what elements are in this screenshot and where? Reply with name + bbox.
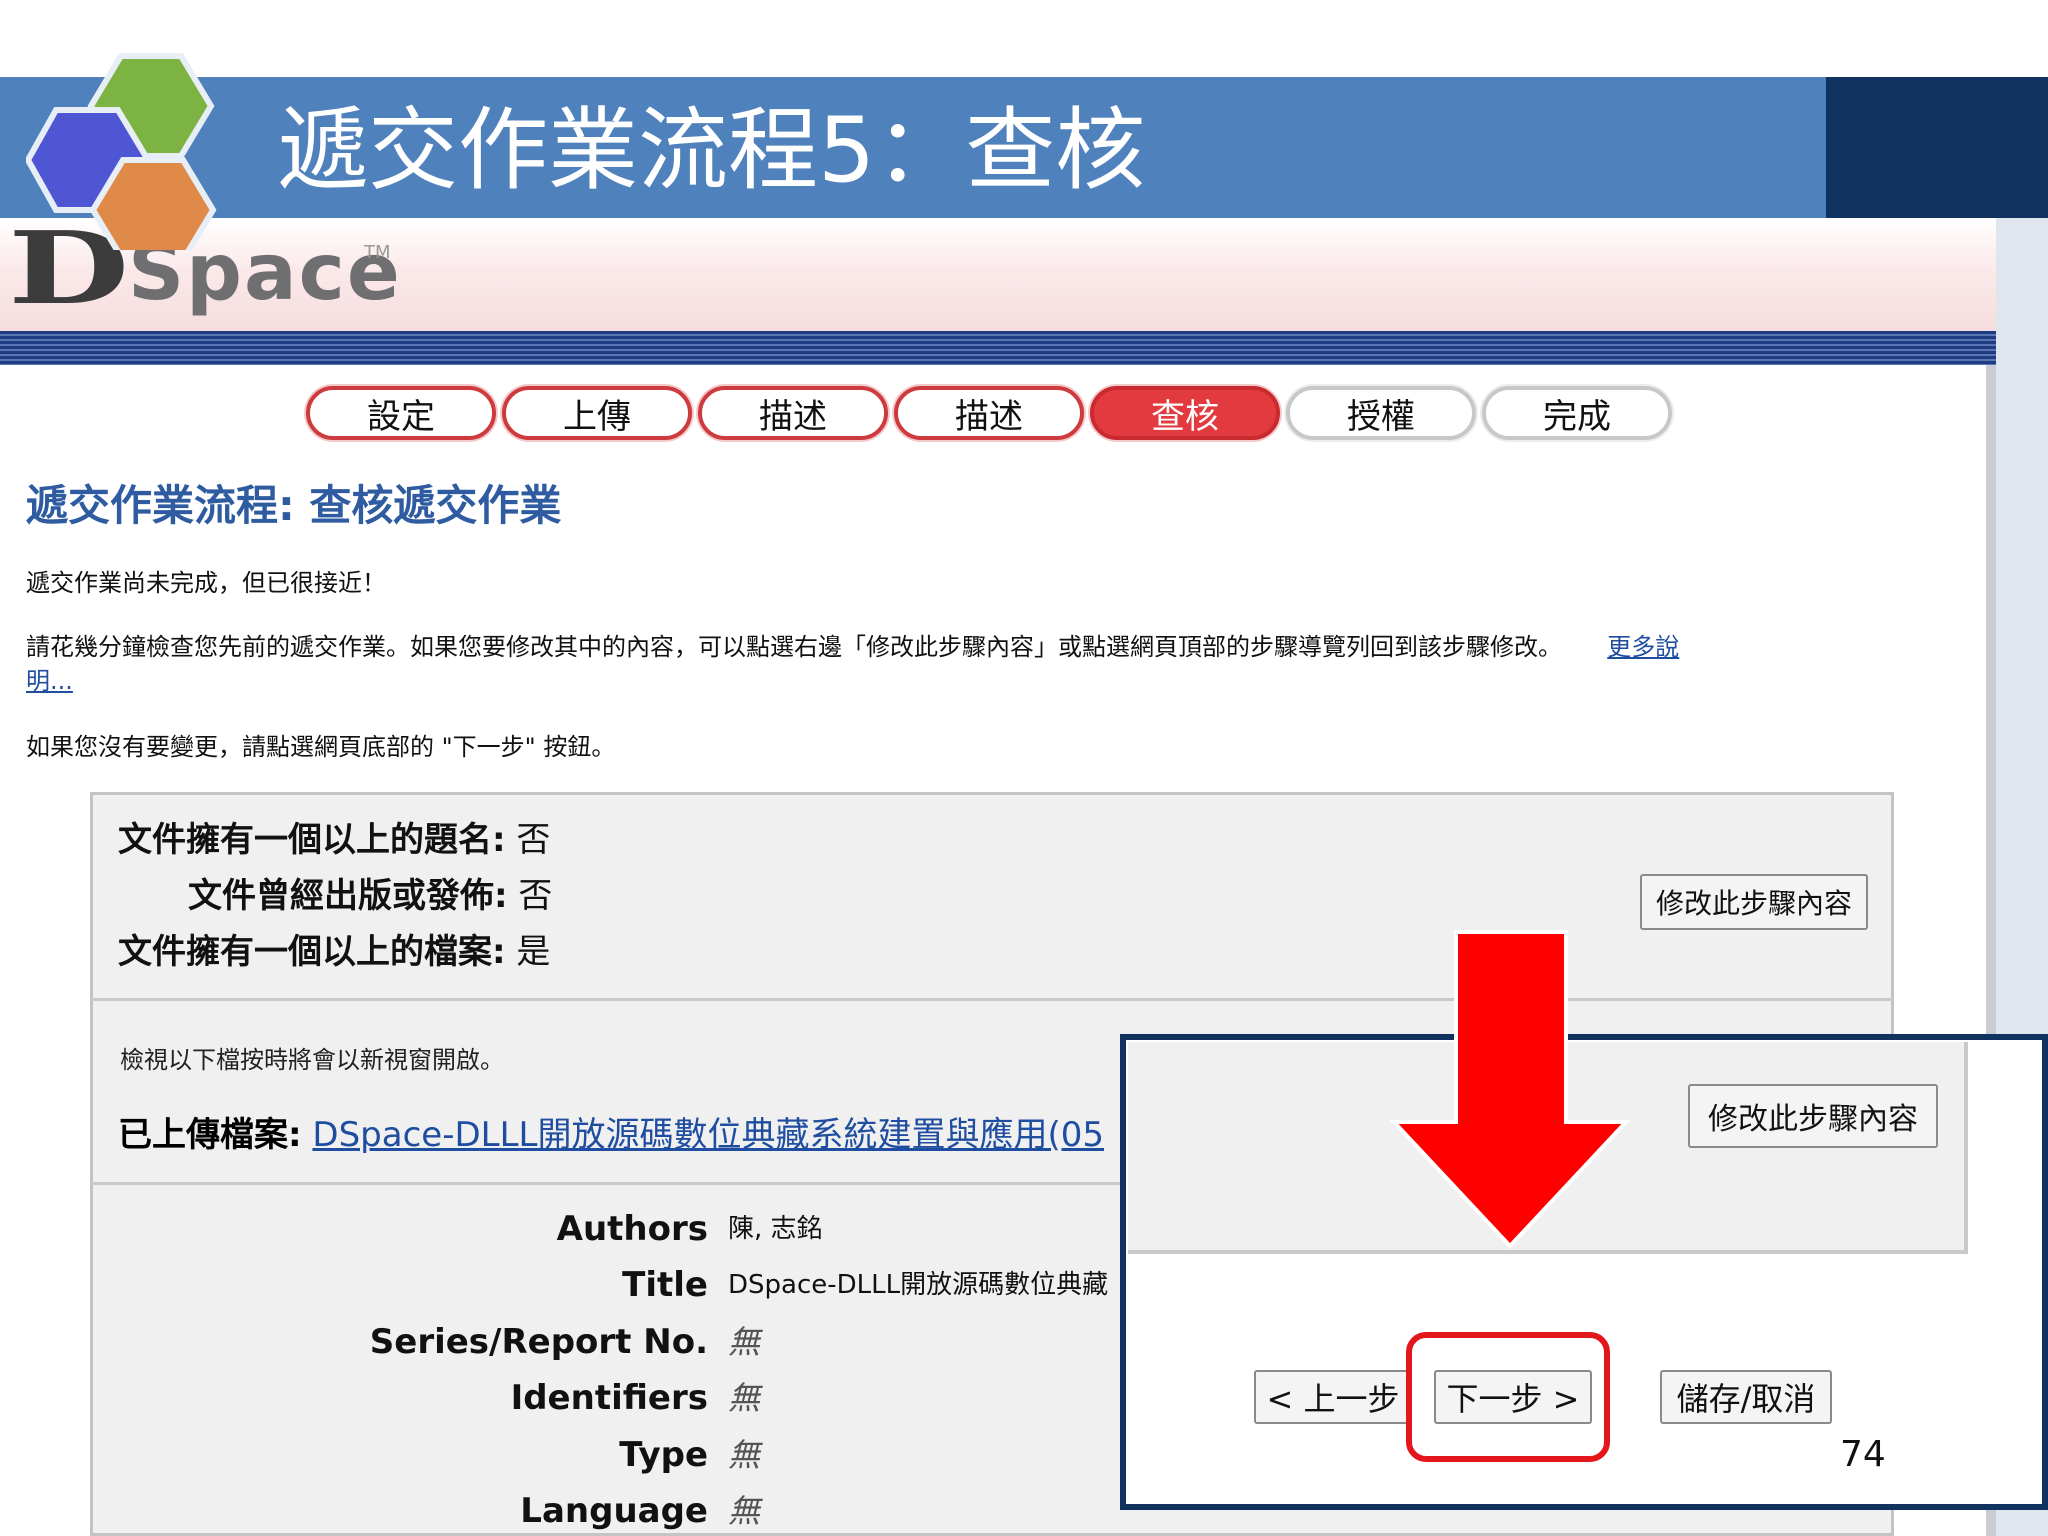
uploaded-file-row: 已上傳檔案: DSpace-DLLL開放源碼數位典藏系統建置與應用(05	[118, 1110, 1104, 1160]
edit-step-button-zoomed[interactable]: 修改此步驟內容	[1688, 1084, 1938, 1148]
question-published-before: 文件曾經出版或發佈: 否	[188, 871, 552, 921]
question-value: 否	[516, 820, 551, 860]
previous-button[interactable]: < 上一步	[1254, 1370, 1412, 1424]
question-value: 是	[516, 932, 551, 972]
step-verify[interactable]: 查核	[1090, 386, 1280, 440]
step-setup[interactable]: 設定	[306, 386, 496, 440]
metadata-label-authors: Authors	[556, 1209, 708, 1249]
question-multiple-titles: 文件擁有一個以上的題名: 否	[118, 815, 550, 865]
slide-title-banner-accent	[1826, 77, 2048, 218]
page-heading: 遞交作業流程: 查核遞交作業	[26, 481, 562, 530]
dspace-logo-tm: TM	[364, 242, 391, 263]
help-link-tail[interactable]: 明...	[26, 667, 73, 695]
metadata-label-language: Language	[520, 1491, 708, 1531]
step-license: 授權	[1286, 386, 1476, 440]
help-link-continued[interactable]: 明...	[26, 664, 73, 698]
metadata-value-type: 無	[728, 1436, 761, 1474]
question-multiple-files: 文件擁有一個以上的檔案: 是	[118, 927, 550, 977]
question-label: 文件曾經出版或發佈:	[188, 876, 508, 916]
edit-step-button[interactable]: 修改此步驟內容	[1640, 874, 1869, 930]
file-window-note: 檢視以下檔按時將會以新視窗開啟。	[120, 1046, 504, 1074]
save-cancel-button[interactable]: 儲存/取消	[1660, 1370, 1832, 1424]
metadata-value-title: DSpace-DLLL開放源碼數位典藏	[728, 1270, 1109, 1300]
metadata-label-type: Type	[619, 1435, 708, 1475]
down-arrow-icon	[1390, 930, 1630, 1249]
slide-title: 遞交作業流程5：查核	[278, 98, 1146, 203]
step-complete: 完成	[1482, 386, 1672, 440]
status-text: 遞交作業尚未完成，但已很接近！	[26, 569, 386, 597]
step-describe-1[interactable]: 描述	[698, 386, 888, 440]
next-button-highlight	[1406, 1332, 1610, 1462]
metadata-label-title: Title	[622, 1265, 708, 1305]
metadata-value-authors: 陳, 志銘	[728, 1214, 823, 1244]
metadata-value-series: 無	[728, 1323, 761, 1361]
step-upload[interactable]: 上傳	[502, 386, 692, 440]
metadata-value-identifiers: 無	[728, 1379, 761, 1417]
next-instructions-text: 如果您沒有要變更，請點選網頁底部的 "下一步" 按鈕。	[26, 733, 616, 761]
hexagon-logo-icon	[26, 53, 217, 250]
callout-panel-edge	[1964, 1042, 1968, 1252]
instructions-body: 請花幾分鐘檢查您先前的遞交作業。如果您要修改其中的內容，可以點選右邊「修改此步驟…	[26, 633, 1562, 661]
help-link[interactable]: 更多說	[1607, 633, 1679, 661]
callout-panel-edge	[1128, 1250, 1968, 1254]
metadata-value-language: 無	[728, 1492, 761, 1530]
step-describe-2[interactable]: 描述	[894, 386, 1084, 440]
uploaded-file-link[interactable]: DSpace-DLLL開放源碼數位典藏系統建置與應用(05	[312, 1115, 1104, 1155]
question-label: 文件擁有一個以上的題名:	[118, 820, 506, 860]
dspace-header-stripes	[0, 331, 1996, 365]
slide-page-number: 74	[1840, 1434, 1886, 1475]
question-value: 否	[518, 876, 553, 916]
metadata-label-identifiers: Identifiers	[510, 1378, 708, 1418]
uploaded-file-label: 已上傳檔案:	[118, 1115, 302, 1155]
metadata-label-series: Series/Report No.	[369, 1322, 708, 1362]
question-label: 文件擁有一個以上的檔案:	[118, 932, 506, 972]
instructions-text: 請花幾分鐘檢查您先前的遞交作業。如果您要修改其中的內容，可以點選右邊「修改此步驟…	[26, 630, 1679, 664]
